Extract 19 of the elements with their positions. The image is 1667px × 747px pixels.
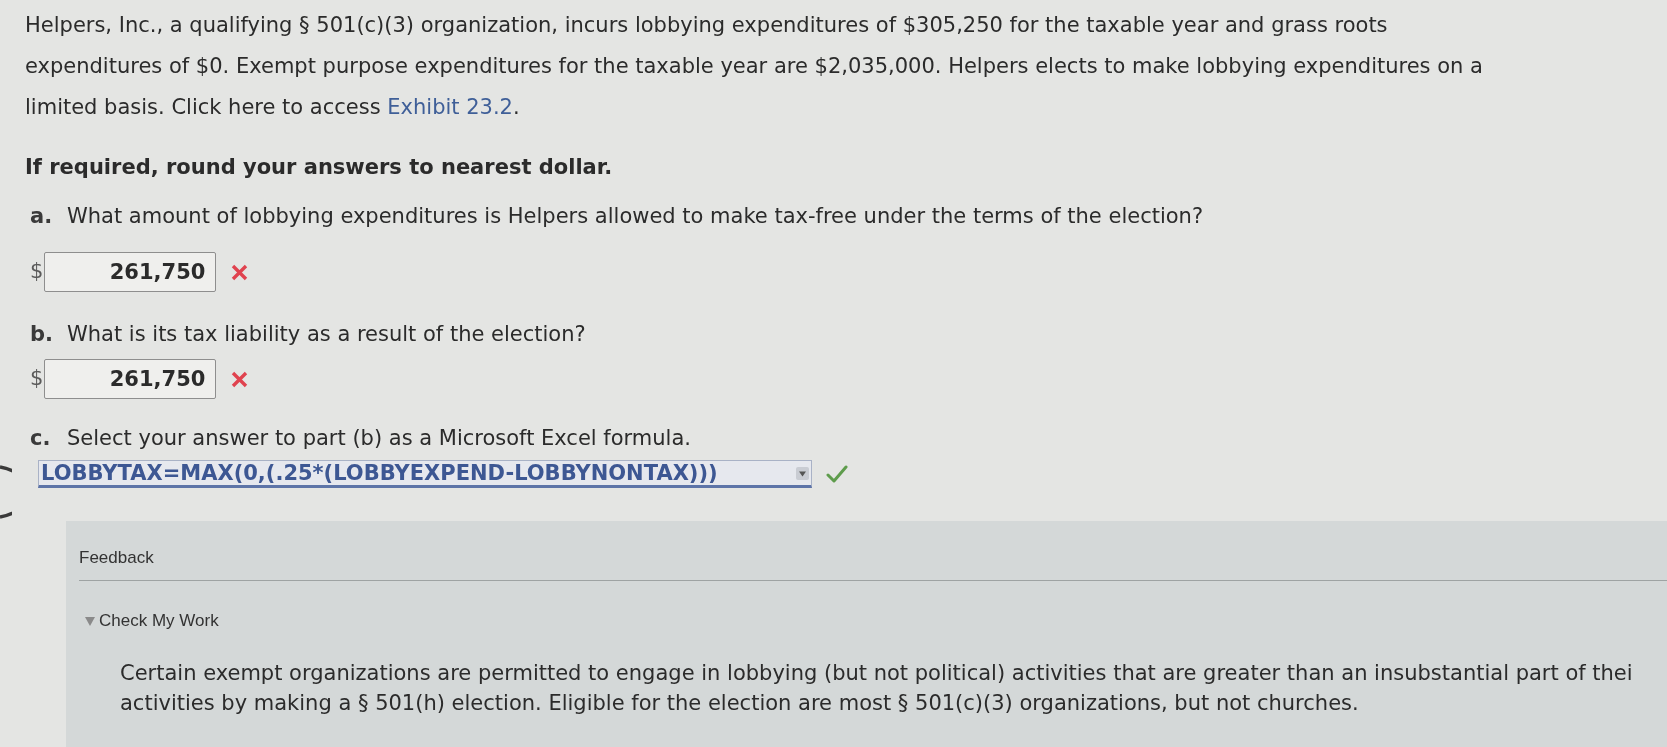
answer-field[interactable]: 261,750 [44, 252, 217, 292]
question-text: What amount of lobbying expenditures is Helpers allowed to make tax-free under the terms of the election? [67, 204, 1204, 228]
exhibit-link[interactable]: Exhibit 23.2 [387, 95, 513, 119]
currency-symbol: $ [30, 365, 44, 393]
question-label: a. [29, 203, 54, 230]
feedback-explanation: Certain exempt organizations are permitted to engage in lobbying (but not political) activities that are greater than an insubstantial part of thei activities by making a § 501(h) election. Eligible for the election are most § 501(c)(3) organizations, but not churches. [120, 660, 1633, 717]
check-my-work-toggle[interactable]: Check My Work [79, 612, 219, 630]
caret-icon [796, 466, 809, 480]
feedback-title: Feedback [79, 549, 154, 567]
question-label: c. [29, 425, 52, 452]
question-text: What is its tax liability as a result of the election? [67, 322, 586, 346]
answer-field[interactable]: 261,750 [44, 359, 217, 399]
instruction-text: If required, round your answers to nearest dollar. [25, 154, 614, 181]
question-label: b. [29, 321, 54, 348]
currency-symbol: $ [30, 258, 44, 286]
problem-statement: Helpers, Inc., a qualifying § 501(c)(3) organization, incurs lobbying expenditures of $305,250 for the taxable year and grass roots expenditures of $0. Exempt purpose expenditures for the taxable year are $2,035,000. Helpers elects to make lobbying expenditures on a limited basis. Click here to access Exhibit 23.2. [25, 12, 1484, 121]
ring-icon [0, 465, 12, 519]
formula-dropdown[interactable]: LOBBYTAX=MAX(0,(.25*(LOBBYEXPEND-LOBBYNONTAX))) [38, 460, 812, 488]
question-text: Select your answer to part (b) as a Microsoft Excel formula. [67, 426, 691, 450]
